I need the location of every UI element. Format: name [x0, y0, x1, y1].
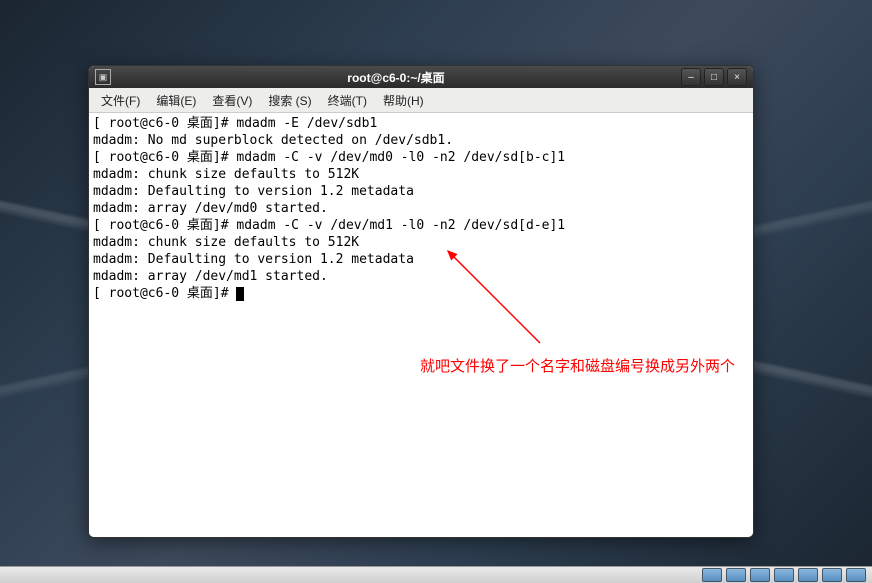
- terminal-icon: ▣: [95, 69, 111, 85]
- terminal-line: [ root@c6-0 桌面]# mdadm -C -v /dev/md0 -l…: [93, 150, 565, 165]
- menu-edit[interactable]: 编辑(E): [148, 90, 204, 111]
- maximize-button[interactable]: □: [704, 68, 724, 86]
- tray-icon[interactable]: [798, 568, 818, 582]
- tray-icon[interactable]: [822, 568, 842, 582]
- menu-file[interactable]: 文件(F): [93, 90, 148, 111]
- window-title: root@c6-0:~/桌面: [117, 69, 675, 86]
- minimize-button[interactable]: –: [681, 68, 701, 86]
- terminal-line: mdadm: array /dev/md0 started.: [93, 201, 328, 216]
- terminal-line: mdadm: Defaulting to version 1.2 metadat…: [93, 252, 414, 267]
- menu-help[interactable]: 帮助(H): [375, 90, 432, 111]
- tray-icon[interactable]: [846, 568, 866, 582]
- window-controls: – □ ×: [681, 68, 747, 86]
- tray-icon[interactable]: [726, 568, 746, 582]
- terminal-line: mdadm: No md superblock detected on /dev…: [93, 133, 453, 148]
- terminal-line: mdadm: chunk size defaults to 512K: [93, 235, 359, 250]
- terminal-window: ▣ root@c6-0:~/桌面 – □ × 文件(F) 编辑(E) 查看(V)…: [88, 65, 754, 538]
- terminal-line: [ root@c6-0 桌面]# mdadm -E /dev/sdb1: [93, 116, 377, 131]
- tray-icon[interactable]: [774, 568, 794, 582]
- terminal-line: mdadm: Defaulting to version 1.2 metadat…: [93, 184, 414, 199]
- terminal-body[interactable]: [ root@c6-0 桌面]# mdadm -E /dev/sdb1 mdad…: [89, 113, 753, 537]
- terminal-line: mdadm: chunk size defaults to 512K: [93, 167, 359, 182]
- menu-search[interactable]: 搜索 (S): [260, 90, 319, 111]
- taskbar: [0, 566, 872, 583]
- tray-icon[interactable]: [702, 568, 722, 582]
- close-button[interactable]: ×: [727, 68, 747, 86]
- cursor-icon: [236, 287, 244, 301]
- menubar: 文件(F) 编辑(E) 查看(V) 搜索 (S) 终端(T) 帮助(H): [89, 88, 753, 113]
- titlebar[interactable]: ▣ root@c6-0:~/桌面 – □ ×: [89, 66, 753, 88]
- terminal-line: [ root@c6-0 桌面]#: [93, 286, 236, 301]
- terminal-line: mdadm: array /dev/md1 started.: [93, 269, 328, 284]
- tray-icon[interactable]: [750, 568, 770, 582]
- annotation-text: 就吧文件换了一个名字和磁盘编号换成另外两个: [420, 355, 735, 376]
- menu-view[interactable]: 查看(V): [204, 90, 260, 111]
- menu-terminal[interactable]: 终端(T): [320, 90, 375, 111]
- terminal-line: [ root@c6-0 桌面]# mdadm -C -v /dev/md1 -l…: [93, 218, 565, 233]
